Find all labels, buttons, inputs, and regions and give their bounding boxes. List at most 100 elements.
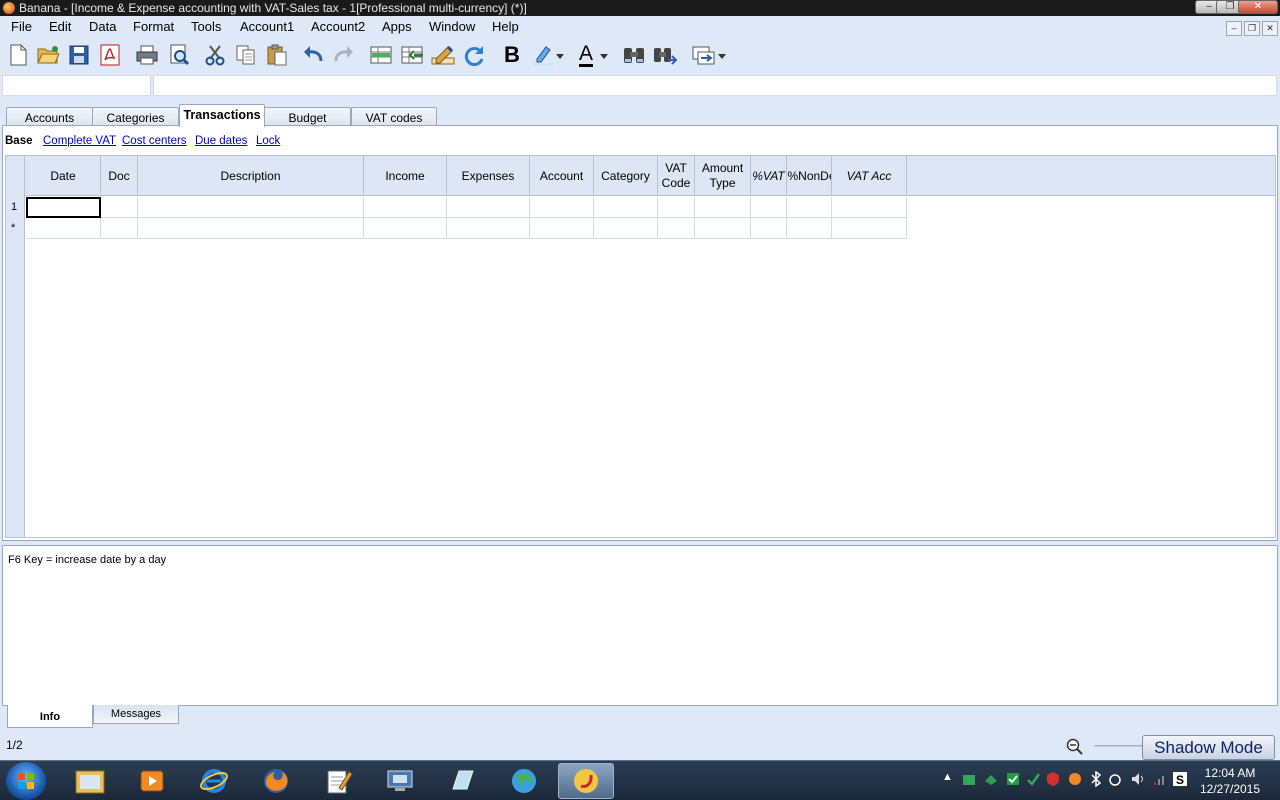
menu-file[interactable]: File xyxy=(11,19,32,34)
tab-info[interactable]: Info xyxy=(7,705,93,728)
tab-categories[interactable]: Categories xyxy=(92,107,179,127)
menu-apps[interactable]: Apps xyxy=(382,19,412,34)
edit-cell-icon[interactable] xyxy=(430,42,456,68)
tab-messages[interactable]: Messages xyxy=(93,705,179,724)
menu-window[interactable]: Window xyxy=(429,19,475,34)
firefox-taskbar-icon[interactable] xyxy=(248,763,304,799)
paste-icon[interactable] xyxy=(264,42,290,68)
notepad-taskbar-icon[interactable] xyxy=(310,763,366,799)
menu-account2[interactable]: Account2 xyxy=(311,19,365,34)
table-cell[interactable] xyxy=(594,218,658,239)
column-header-vat-acc[interactable]: VAT Acc xyxy=(832,156,907,196)
column-header-vat[interactable]: %VAT xyxy=(751,156,787,196)
table-cell[interactable] xyxy=(787,218,832,239)
print-preview-icon[interactable] xyxy=(166,42,192,68)
recalculate-icon[interactable] xyxy=(461,42,487,68)
tab-budget[interactable]: Budget xyxy=(264,107,351,127)
volume-icon[interactable] xyxy=(1130,771,1146,791)
table-cell[interactable] xyxy=(138,218,364,239)
row-number[interactable]: * xyxy=(6,218,25,239)
tab-vat-codes[interactable]: VAT codes xyxy=(351,107,437,127)
tray-shield-icon[interactable] xyxy=(1045,771,1061,791)
column-header-doc[interactable]: Doc xyxy=(101,156,138,196)
tab-transactions[interactable]: Transactions xyxy=(179,104,265,127)
taskbar-clock[interactable]: 12:04 AM 12/27/2015 xyxy=(1195,765,1265,797)
table-cell[interactable] xyxy=(26,218,101,239)
show-hidden-icons-button[interactable]: ▲ xyxy=(942,771,953,791)
table-cell[interactable] xyxy=(787,197,832,218)
close-button[interactable]: ✕ xyxy=(1238,0,1278,14)
start-button[interactable] xyxy=(6,762,46,800)
internet-explorer-taskbar-icon[interactable] xyxy=(186,763,242,799)
menu-help[interactable]: Help xyxy=(492,19,519,34)
column-header-expenses[interactable]: Expenses xyxy=(447,156,530,196)
menu-account1[interactable]: Account1 xyxy=(240,19,294,34)
table-cell[interactable] xyxy=(658,197,695,218)
tray-security-icon[interactable] xyxy=(1005,771,1021,791)
bold-button[interactable]: B xyxy=(499,42,525,68)
font-color-icon[interactable]: A xyxy=(573,42,599,68)
print-icon[interactable] xyxy=(134,42,160,68)
insert-rows-icon[interactable] xyxy=(368,42,394,68)
copy-icon[interactable] xyxy=(233,42,259,68)
view-lock[interactable]: Lock xyxy=(256,135,280,147)
table-cell[interactable] xyxy=(101,218,138,239)
child-minimize-button[interactable]: – xyxy=(1226,21,1242,36)
shadow-mode-button[interactable]: Shadow Mode xyxy=(1142,735,1275,760)
tab-accounts[interactable]: Accounts xyxy=(6,107,93,127)
media-player-taskbar-icon[interactable] xyxy=(124,763,180,799)
window-switch-icon[interactable] xyxy=(691,42,717,68)
view-complete-vat[interactable]: Complete VAT xyxy=(43,135,116,147)
column-header-amount-type[interactable]: Amount Type xyxy=(695,156,751,196)
table-cell[interactable] xyxy=(695,197,751,218)
child-close-button[interactable]: ✕ xyxy=(1262,21,1278,36)
column-header-income[interactable]: Income xyxy=(364,156,447,196)
table-cell[interactable] xyxy=(138,197,364,218)
explorer-taskbar-icon[interactable] xyxy=(62,763,118,799)
table-cell[interactable] xyxy=(530,197,594,218)
redo-icon[interactable] xyxy=(331,42,357,68)
cell-reference-field[interactable] xyxy=(2,75,151,96)
table-cell[interactable] xyxy=(832,197,907,218)
new-file-icon[interactable] xyxy=(5,42,31,68)
tablet-taskbar-icon[interactable] xyxy=(434,763,490,799)
table-cell[interactable] xyxy=(101,197,138,218)
tray-media-icon[interactable] xyxy=(1067,771,1083,791)
tray-sync-icon[interactable] xyxy=(961,771,977,791)
bluetooth-icon[interactable] xyxy=(1089,770,1103,791)
view-cost-centers[interactable]: Cost centers xyxy=(122,135,187,147)
table-cell[interactable] xyxy=(751,218,787,239)
globe-app-taskbar-icon[interactable] xyxy=(496,763,552,799)
column-header-vat-code[interactable]: VAT Code xyxy=(658,156,695,196)
table-cell[interactable] xyxy=(26,197,101,218)
child-restore-button[interactable]: ❐ xyxy=(1244,21,1260,36)
column-header-account[interactable]: Account xyxy=(530,156,594,196)
highlight-color-icon[interactable] xyxy=(530,42,556,68)
network-signal-icon[interactable] xyxy=(1152,771,1168,791)
cell-content-field[interactable] xyxy=(153,75,1277,96)
cut-icon[interactable] xyxy=(202,42,228,68)
table-cell[interactable] xyxy=(832,218,907,239)
table-cell[interactable] xyxy=(364,197,447,218)
menu-data[interactable]: Data xyxy=(89,19,116,34)
table-cell[interactable] xyxy=(658,218,695,239)
delete-rows-icon[interactable] xyxy=(399,42,425,68)
highlight-dropdown-icon[interactable] xyxy=(554,42,566,68)
menu-edit[interactable]: Edit xyxy=(49,19,71,34)
zoom-out-icon[interactable] xyxy=(1066,738,1084,759)
column-header-description[interactable]: Description xyxy=(138,156,364,196)
column-header-nonded[interactable]: %NonDed xyxy=(787,156,832,196)
font-color-dropdown-icon[interactable] xyxy=(598,42,610,68)
table-cell[interactable] xyxy=(447,218,530,239)
column-header-date[interactable]: Date xyxy=(26,156,101,196)
remote-desktop-taskbar-icon[interactable] xyxy=(372,763,428,799)
tray-update-icon[interactable] xyxy=(1025,771,1041,791)
find-replace-icon[interactable] xyxy=(652,42,678,68)
tray-network-share-icon[interactable] xyxy=(983,771,999,791)
open-folder-icon[interactable] xyxy=(35,42,61,68)
table-cell[interactable] xyxy=(530,218,594,239)
save-icon[interactable] xyxy=(66,42,92,68)
view-due-dates[interactable]: Due dates xyxy=(195,135,247,147)
table-cell[interactable] xyxy=(695,218,751,239)
menu-format[interactable]: Format xyxy=(133,19,174,34)
